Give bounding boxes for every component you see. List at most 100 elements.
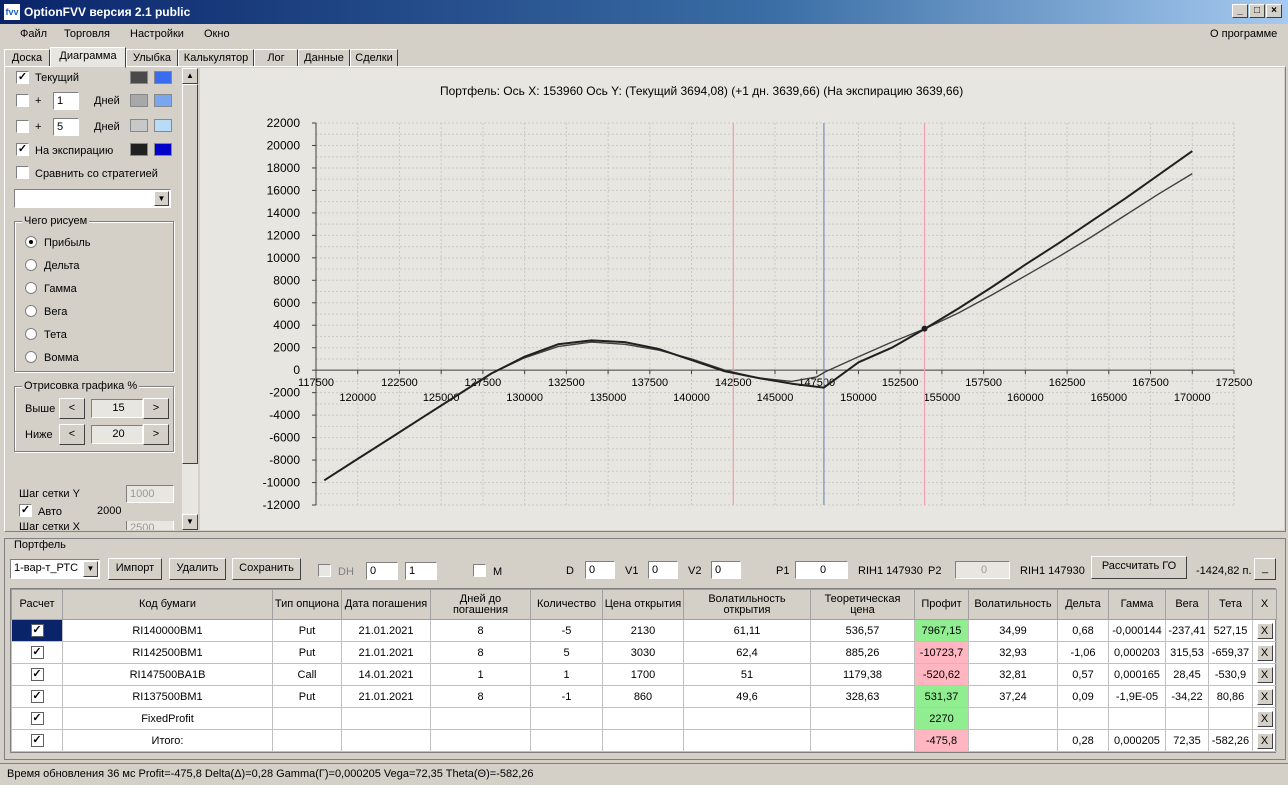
cell-delta[interactable]: 0,57	[1057, 663, 1109, 686]
minimize-button[interactable]: _	[1232, 4, 1248, 18]
cell-profit[interactable]: 531,37	[914, 685, 969, 708]
days2-input[interactable]: 5	[53, 118, 79, 136]
column-header[interactable]: Теоретическая цена	[810, 589, 915, 620]
cell-profit[interactable]: 7967,15	[914, 619, 969, 642]
cell-days[interactable]: 8	[430, 685, 531, 708]
cell-vol-open[interactable]: 49,6	[683, 685, 811, 708]
cell-price[interactable]	[602, 707, 684, 730]
menu-settings[interactable]: Настройки	[130, 28, 184, 40]
cell-delta[interactable]: 0,28	[1057, 729, 1109, 752]
cell-qty[interactable]: 5	[530, 641, 603, 664]
column-header[interactable]: Дельта	[1057, 589, 1109, 620]
table-row[interactable]: ✓ RI140000BM1 Put 21.01.2021 8 -5 2130 61,11 536…	[11, 619, 1277, 642]
days2-checkbox[interactable]	[16, 120, 29, 133]
cell-vol[interactable]: 34,99	[968, 619, 1058, 642]
cell-qty[interactable]: -1	[530, 685, 603, 708]
cell-code[interactable]: FixedProfit	[62, 707, 273, 730]
cell-qty[interactable]	[530, 707, 603, 730]
cell-date[interactable]: 14.01.2021	[341, 663, 431, 686]
radio-profit[interactable]	[25, 236, 37, 248]
m-checkbox[interactable]	[473, 564, 486, 577]
remove-row-button[interactable]: X	[1256, 688, 1273, 705]
days1-color-swatch-2[interactable]	[154, 94, 172, 107]
cell-date[interactable]: 21.01.2021	[341, 619, 431, 642]
cell-price[interactable]: 860	[602, 685, 684, 708]
calc-checkbox-cell[interactable]: ✓	[11, 685, 63, 708]
scroll-up-icon[interactable]: ▲	[182, 68, 198, 84]
strategy-select[interactable]: ▼	[14, 189, 171, 208]
cell-vol-open[interactable]: 51	[683, 663, 811, 686]
expiry-color-swatch[interactable]	[130, 143, 148, 156]
radio-gamma[interactable]	[25, 282, 37, 294]
table-row[interactable]: ✓ RI142500BM1 Put 21.01.2021 8 5 3030 62,4 885,2…	[11, 641, 1277, 664]
v1-input[interactable]: 0	[648, 561, 678, 579]
portfolio-select[interactable]: 1-вар-т_РТС ▼	[10, 559, 100, 579]
cell-theo[interactable]	[810, 707, 915, 730]
cell-gamma[interactable]	[1108, 707, 1166, 730]
compare-checkbox[interactable]	[16, 166, 29, 179]
calc-checkbox-cell[interactable]: ✓	[11, 729, 63, 752]
days1-color-swatch[interactable]	[130, 94, 148, 107]
days2-color-swatch[interactable]	[130, 119, 148, 132]
cell-vega[interactable]: -237,41	[1165, 619, 1209, 642]
cell-theta[interactable]: 80,86	[1208, 685, 1253, 708]
cell-delta[interactable]: 0,09	[1057, 685, 1109, 708]
calc-checkbox-cell[interactable]: ✓	[11, 641, 63, 664]
cell-theta[interactable]	[1208, 707, 1253, 730]
cell-days[interactable]	[430, 729, 531, 752]
payoff-chart[interactable]: 2200020000180001600014000120001000080006…	[200, 68, 1284, 530]
calc-checkbox[interactable]: ✓	[30, 734, 44, 747]
calc-checkbox-cell[interactable]: ✓	[11, 707, 63, 730]
close-button[interactable]: ×	[1266, 4, 1282, 18]
cell-delta[interactable]	[1057, 707, 1109, 730]
cell-vega[interactable]: 28,45	[1165, 663, 1209, 686]
dh-spin-1[interactable]: 0	[366, 562, 398, 580]
expiry-checkbox[interactable]: ✓	[16, 143, 29, 156]
cell-date[interactable]: 21.01.2021	[341, 685, 431, 708]
tab-log[interactable]: Лог	[254, 49, 298, 67]
cell-vol[interactable]	[968, 707, 1058, 730]
cell-vega[interactable]	[1165, 707, 1209, 730]
cell-vega[interactable]: -34,22	[1165, 685, 1209, 708]
remove-row-cell[interactable]: X	[1252, 619, 1277, 642]
expiry-color-swatch-2[interactable]	[154, 143, 172, 156]
p1-input[interactable]: 0	[795, 561, 848, 579]
cell-gamma[interactable]: 0,000205	[1108, 729, 1166, 752]
cell-theta[interactable]: -582,26	[1208, 729, 1253, 752]
cell-vol-open[interactable]: 62,4	[683, 641, 811, 664]
column-header[interactable]: Волатильность	[968, 589, 1058, 620]
chevron-down-icon[interactable]: ▼	[154, 191, 169, 206]
column-header[interactable]: Код бумаги	[62, 589, 273, 620]
cell-vega[interactable]: 315,53	[1165, 641, 1209, 664]
remove-row-cell[interactable]: X	[1252, 663, 1277, 686]
menu-trade[interactable]: Торговля	[64, 28, 110, 40]
cell-theta[interactable]: -659,37	[1208, 641, 1253, 664]
calc-checkbox[interactable]: ✓	[30, 690, 44, 703]
cell-days[interactable]	[430, 707, 531, 730]
column-header[interactable]: Дата погашения	[341, 589, 431, 620]
scroll-down-icon[interactable]: ▼	[182, 514, 198, 530]
column-header[interactable]: Тип опциона	[272, 589, 342, 620]
remove-row-cell[interactable]: X	[1252, 729, 1277, 752]
remove-row-cell[interactable]: X	[1252, 707, 1277, 730]
cell-profit[interactable]: -520,62	[914, 663, 969, 686]
current-color-swatch[interactable]	[130, 71, 148, 84]
column-header[interactable]: Вега	[1165, 589, 1209, 620]
remove-row-button[interactable]: X	[1256, 644, 1273, 661]
cell-gamma[interactable]: 0,000165	[1108, 663, 1166, 686]
cell-delta[interactable]: -1,06	[1057, 641, 1109, 664]
cell-theo[interactable]: 1179,38	[810, 663, 915, 686]
remove-row-button[interactable]: X	[1256, 666, 1273, 683]
auto-checkbox[interactable]: ✓	[19, 504, 32, 517]
cell-profit[interactable]: -10723,7	[914, 641, 969, 664]
cell-theta[interactable]: 527,15	[1208, 619, 1253, 642]
menu-about[interactable]: О программе	[1210, 28, 1277, 40]
cell-days[interactable]: 1	[430, 663, 531, 686]
cell-vol[interactable]	[968, 729, 1058, 752]
cell-vol-open[interactable]	[683, 729, 811, 752]
cell-code[interactable]: RI140000BM1	[62, 619, 273, 642]
above-increase-button[interactable]: >	[143, 398, 169, 419]
cell-gamma[interactable]: 0,000203	[1108, 641, 1166, 664]
cell-type[interactable]: Put	[272, 619, 342, 642]
column-header[interactable]: Цена открытия	[602, 589, 684, 620]
